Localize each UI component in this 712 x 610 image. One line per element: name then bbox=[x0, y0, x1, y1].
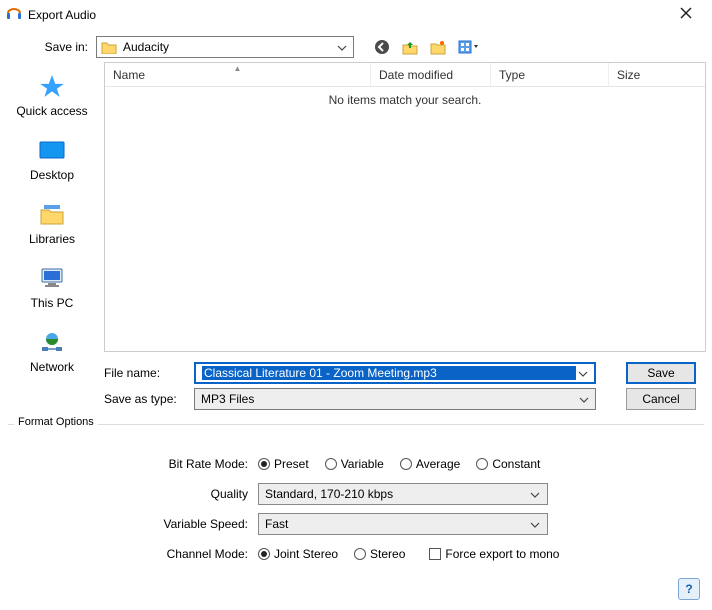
new-folder-icon[interactable] bbox=[428, 37, 448, 57]
place-desktop[interactable]: Desktop bbox=[0, 136, 104, 182]
save-type-value: MP3 Files bbox=[201, 392, 577, 406]
folder-icon bbox=[101, 40, 117, 54]
places-bar: Quick access Desktop Libraries bbox=[0, 62, 104, 352]
desktop-icon bbox=[38, 136, 66, 164]
filename-input[interactable]: Classical Literature 01 - Zoom Meeting.m… bbox=[194, 362, 596, 384]
save-in-combo[interactable]: Audacity bbox=[96, 36, 354, 58]
chevron-down-icon bbox=[529, 487, 541, 501]
save-type-combo[interactable]: MP3 Files bbox=[194, 388, 596, 410]
place-label: Quick access bbox=[16, 104, 87, 118]
column-date[interactable]: Date modified bbox=[371, 63, 491, 86]
column-name[interactable]: Name ▲ bbox=[105, 63, 371, 86]
filename-value: Classical Literature 01 - Zoom Meeting.m… bbox=[202, 366, 576, 380]
quick-access-icon bbox=[39, 72, 65, 100]
libraries-icon bbox=[39, 200, 65, 228]
speed-combo[interactable]: Fast bbox=[258, 513, 548, 535]
cancel-button[interactable]: Cancel bbox=[626, 388, 696, 410]
save-in-label: Save in: bbox=[8, 40, 96, 54]
place-this-pc[interactable]: This PC bbox=[0, 264, 104, 310]
channel-joint-stereo-radio[interactable]: Joint Stereo bbox=[258, 547, 338, 561]
column-type[interactable]: Type bbox=[491, 63, 609, 86]
place-quick-access[interactable]: Quick access bbox=[0, 72, 104, 118]
sort-asc-icon: ▲ bbox=[234, 64, 242, 73]
channel-stereo-radio[interactable]: Stereo bbox=[354, 547, 405, 561]
view-menu-icon[interactable] bbox=[456, 37, 484, 57]
place-label: This PC bbox=[31, 296, 74, 310]
format-options-title: Format Options bbox=[14, 416, 98, 428]
back-icon[interactable] bbox=[372, 37, 392, 57]
close-icon[interactable] bbox=[666, 7, 706, 23]
chevron-down-icon[interactable] bbox=[577, 392, 589, 406]
place-libraries[interactable]: Libraries bbox=[0, 200, 104, 246]
quality-combo[interactable]: Standard, 170-210 kbps bbox=[258, 483, 548, 505]
quality-label: Quality bbox=[158, 487, 258, 501]
bitrate-preset-radio[interactable]: Preset bbox=[258, 457, 309, 471]
bitrate-average-radio[interactable]: Average bbox=[400, 457, 460, 471]
save-in-value: Audacity bbox=[123, 40, 335, 54]
up-one-level-icon[interactable] bbox=[400, 37, 420, 57]
bitrate-label: Bit Rate Mode: bbox=[158, 457, 258, 471]
window-title: Export Audio bbox=[28, 8, 666, 22]
place-label: Libraries bbox=[29, 232, 75, 246]
column-headers: Name ▲ Date modified Type Size bbox=[105, 63, 705, 87]
chevron-down-icon[interactable] bbox=[576, 366, 588, 380]
this-pc-icon bbox=[38, 264, 66, 292]
empty-message: No items match your search. bbox=[105, 87, 705, 107]
format-options-group: Format Options Bit Rate Mode: Preset Var… bbox=[8, 424, 704, 579]
chevron-down-icon bbox=[529, 517, 541, 531]
speed-label: Variable Speed: bbox=[158, 517, 258, 531]
save-type-label: Save as type: bbox=[0, 392, 194, 406]
force-mono-checkbox[interactable]: Force export to mono bbox=[429, 547, 559, 561]
title-bar: Export Audio bbox=[0, 0, 712, 30]
column-size[interactable]: Size bbox=[609, 63, 705, 86]
channel-label: Channel Mode: bbox=[158, 547, 258, 561]
save-button[interactable]: Save bbox=[626, 362, 696, 384]
filename-label: File name: bbox=[0, 366, 194, 380]
file-listing[interactable]: Name ▲ Date modified Type Size No items … bbox=[104, 62, 706, 352]
place-label: Desktop bbox=[30, 168, 74, 182]
bitrate-constant-radio[interactable]: Constant bbox=[476, 457, 540, 471]
bitrate-variable-radio[interactable]: Variable bbox=[325, 457, 384, 471]
app-icon bbox=[6, 7, 22, 23]
chevron-down-icon bbox=[335, 40, 349, 54]
help-button[interactable]: ? bbox=[678, 578, 700, 600]
